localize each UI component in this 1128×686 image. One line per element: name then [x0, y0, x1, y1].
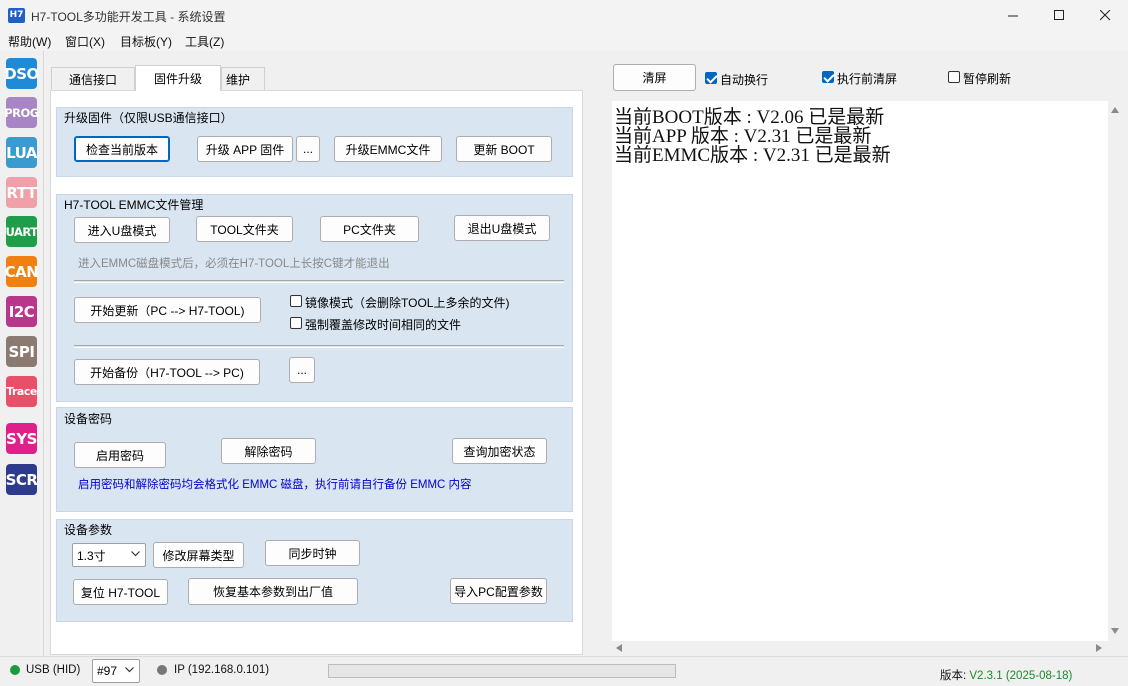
- tab-maintenance[interactable]: 维护: [221, 67, 265, 91]
- update-boot-button[interactable]: 更新 BOOT: [456, 136, 552, 162]
- maximize-button[interactable]: [1036, 0, 1082, 31]
- module-button-lua[interactable]: LUA: [6, 137, 37, 168]
- tool-folder-button[interactable]: TOOL文件夹: [196, 216, 293, 242]
- device-value: #97: [97, 664, 118, 678]
- auto-wrap-checkbox[interactable]: [705, 72, 717, 84]
- sync-clock-button[interactable]: 同步时钟: [265, 540, 360, 566]
- scroll-right-icon: [1096, 644, 1102, 652]
- log-output[interactable]: [612, 101, 1108, 641]
- restore-defaults-button[interactable]: 恢复基本参数到出厂值: [188, 578, 358, 605]
- upgrade-emmc-button[interactable]: 升级EMMC文件: [334, 136, 442, 162]
- module-button-can[interactable]: CAN: [5, 256, 39, 287]
- start-backup-button[interactable]: 开始备份（H7-TOOL --> PC): [74, 359, 260, 385]
- module-button-sys[interactable]: SYS: [6, 423, 37, 454]
- menu-help[interactable]: 帮助(W): [8, 33, 51, 50]
- clear-before-exec-label: 执行前清屏: [837, 72, 898, 86]
- chevron-down-icon: [131, 551, 140, 557]
- module-button-scr[interactable]: SCR: [6, 464, 38, 495]
- module-button-trace[interactable]: Trace: [6, 376, 37, 407]
- usb-status-indicator-icon: [10, 665, 20, 675]
- auto-wrap-label: 自动换行: [720, 73, 769, 87]
- menu-tools[interactable]: 工具(Z): [185, 33, 224, 50]
- start-update-button[interactable]: 开始更新（PC --> H7-TOOL): [74, 297, 261, 323]
- password-warning: 启用密码和解除密码均会格式化 EMMC 磁盘，执行前请自行备份 EMMC 内容: [78, 479, 472, 491]
- upgrade-app-button[interactable]: 升级 APP 固件: [197, 136, 293, 162]
- version-info: 版本: V2.3.1 (2025-08-18): [940, 667, 1072, 683]
- mirror-mode-label: 镜像模式（会删除TOOL上多余的文件): [305, 296, 510, 310]
- version-label: 版本:: [940, 670, 970, 682]
- horizontal-scrollbar[interactable]: [612, 641, 1108, 655]
- modify-screen-button[interactable]: 修改屏幕类型: [153, 542, 244, 568]
- close-icon: [1099, 10, 1110, 21]
- menu-window[interactable]: 窗口(X): [65, 33, 105, 50]
- udisk-exit-hint: 进入EMMC磁盘模式后，必须在H7-TOOL上长按C键才能退出: [78, 258, 390, 270]
- maximize-icon: [1053, 10, 1064, 20]
- reset-tool-button[interactable]: 复位 H7-TOOL: [73, 579, 168, 605]
- pause-refresh-label: 暂停刷新: [963, 72, 1012, 86]
- remove-password-button[interactable]: 解除密码: [221, 438, 316, 464]
- tab-comm-interface[interactable]: 通信接口: [51, 67, 135, 91]
- query-encryption-button[interactable]: 查询加密状态: [452, 438, 547, 464]
- enable-password-button[interactable]: 启用密码: [74, 442, 166, 468]
- separator: [74, 280, 564, 283]
- module-button-prog[interactable]: PROG: [4, 97, 39, 128]
- exit-udisk-button[interactable]: 退出U盘模式: [454, 215, 550, 241]
- progress-bar: [328, 664, 676, 678]
- version-value: V2.3.1 (2025-08-18): [969, 670, 1073, 682]
- device-params-title: 设备参数: [64, 523, 113, 537]
- force-overwrite-label: 强制覆盖修改时间相同的文件: [305, 318, 462, 332]
- device-params-group: [56, 519, 573, 622]
- minimize-icon: [1007, 15, 1018, 17]
- separator: [74, 345, 564, 348]
- ip-status: IP (192.168.0.101): [174, 664, 270, 676]
- pc-folder-button[interactable]: PC文件夹: [320, 216, 419, 242]
- force-overwrite-checkbox[interactable]: [290, 317, 302, 329]
- emmc-title: H7-TOOL EMMC文件管理: [64, 198, 204, 212]
- scroll-down-icon: [1111, 628, 1119, 634]
- ip-status-indicator-icon: [157, 665, 167, 675]
- mirror-mode-checkbox[interactable]: [290, 295, 302, 307]
- screen-size-value: 1.3寸: [77, 548, 106, 563]
- menu-target-board[interactable]: 目标板(Y): [120, 33, 172, 50]
- minimize-button[interactable]: [990, 0, 1036, 31]
- window-title: H7-TOOL多功能开发工具 - 系统设置: [31, 10, 226, 24]
- check-version-button[interactable]: 检查当前版本: [74, 136, 170, 162]
- enter-udisk-button[interactable]: 进入U盘模式: [74, 217, 170, 243]
- app-logo-icon: H7: [8, 8, 25, 23]
- chevron-down-icon: [125, 667, 134, 673]
- import-pc-config-button[interactable]: 导入PC配置参数: [450, 578, 547, 604]
- screen-size-select[interactable]: 1.3寸: [72, 543, 146, 567]
- device-select[interactable]: #97: [92, 659, 140, 683]
- browse-app-button[interactable]: ...: [296, 136, 320, 162]
- scroll-up-icon: [1111, 107, 1119, 113]
- module-button-dso[interactable]: DSO: [4, 58, 39, 89]
- clear-screen-button[interactable]: 清屏: [613, 64, 696, 91]
- clear-before-exec-checkbox[interactable]: [822, 71, 834, 83]
- password-title: 设备密码: [64, 412, 113, 426]
- scroll-left-icon: [616, 644, 622, 652]
- browse-backup-button[interactable]: ...: [289, 357, 315, 383]
- module-button-uart[interactable]: UART: [5, 216, 38, 247]
- module-button-spi[interactable]: SPI: [6, 336, 37, 367]
- usb-status: USB (HID): [26, 664, 81, 676]
- upgrade-firmware-title: 升级固件（仅限USB通信接口）: [64, 111, 233, 125]
- vertical-scrollbar[interactable]: [1108, 101, 1122, 641]
- module-button-i2c[interactable]: I2C: [6, 296, 37, 327]
- tab-firmware-upgrade[interactable]: 固件升级: [135, 65, 221, 91]
- log-line: 当前EMMC版本 : V2.31 已是最新: [614, 145, 891, 166]
- close-button[interactable]: [1082, 0, 1128, 31]
- module-button-rtt[interactable]: RTT: [6, 177, 37, 208]
- pause-refresh-checkbox[interactable]: [948, 71, 960, 83]
